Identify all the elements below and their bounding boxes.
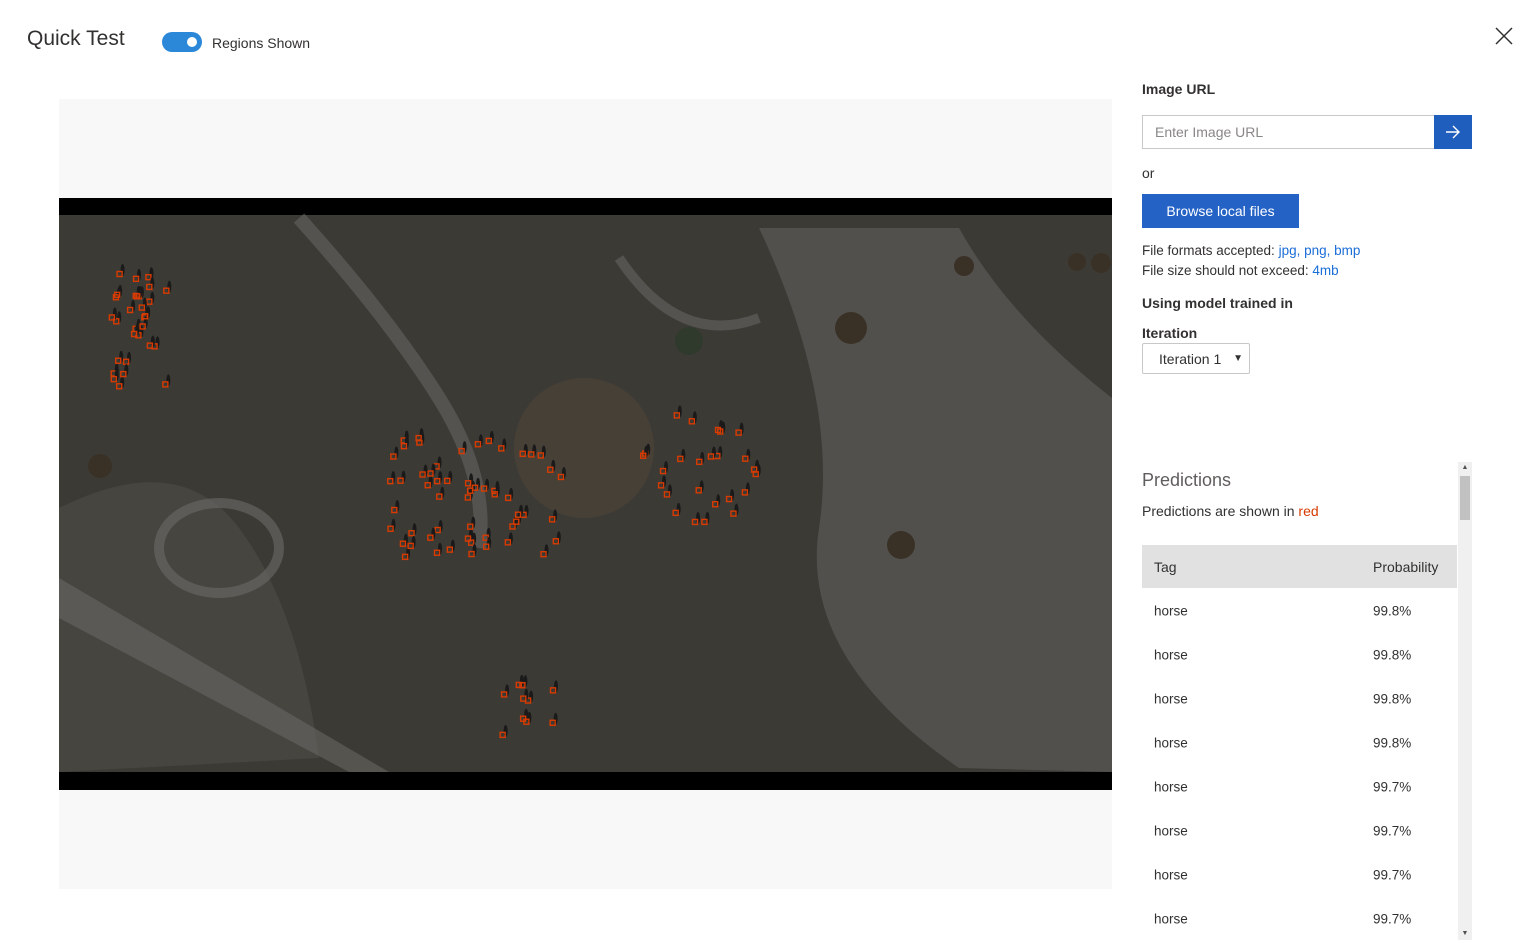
- table-row: horse 99.8%: [1142, 589, 1457, 633]
- predictions-title: Predictions: [1142, 470, 1232, 490]
- row-probability: 99.8%: [1373, 647, 1412, 663]
- row-tag: horse: [1154, 823, 1188, 839]
- column-header-probability[interactable]: Probability: [1373, 559, 1438, 575]
- scroll-up-icon[interactable]: ▲: [1458, 462, 1472, 474]
- predictions-table-body: horse 99.8% horse 99.8% horse 99.8% horse 99…: [1142, 589, 1457, 941]
- arrow-right-icon: [1446, 125, 1460, 139]
- browse-local-files-button[interactable]: Browse local files: [1142, 194, 1299, 228]
- scrollbar-thumb[interactable]: [1460, 476, 1470, 520]
- table-row: horse 99.8%: [1142, 721, 1457, 765]
- row-probability: 99.8%: [1373, 691, 1412, 707]
- close-icon[interactable]: [1494, 26, 1514, 46]
- predictions-note: Predictions are shown in red: [1142, 503, 1319, 519]
- image-url-label: Image URL: [1142, 81, 1216, 97]
- table-row: horse 99.7%: [1142, 897, 1457, 941]
- row-tag: horse: [1154, 911, 1188, 927]
- model-heading: Using model trained in: [1142, 295, 1293, 311]
- image-url-input[interactable]: [1142, 115, 1436, 149]
- file-size-prefix: File size should not exceed:: [1142, 263, 1309, 278]
- image-viewer: [59, 99, 1112, 889]
- row-probability: 99.8%: [1373, 603, 1412, 619]
- iteration-label: Iteration: [1142, 325, 1198, 341]
- file-size-info: File size should not exceed: 4mb: [1142, 263, 1339, 278]
- regions-toggle[interactable]: [162, 32, 202, 52]
- table-row: horse 99.8%: [1142, 677, 1457, 721]
- predictions-scrollbar[interactable]: ▲ ▼: [1458, 462, 1472, 940]
- row-probability: 99.7%: [1373, 779, 1412, 795]
- predictions-note-prefix: Predictions are shown in: [1142, 503, 1295, 519]
- row-tag: horse: [1154, 867, 1188, 883]
- or-separator: or: [1142, 165, 1155, 181]
- submit-url-button[interactable]: [1434, 115, 1472, 149]
- test-image: [59, 198, 1112, 790]
- iteration-select-value: Iteration 1: [1159, 350, 1222, 367]
- row-probability: 99.8%: [1373, 735, 1412, 751]
- toggle-knob: [187, 37, 197, 47]
- table-row: horse 99.7%: [1142, 853, 1457, 897]
- predictions-table-header: Tag Probability: [1142, 545, 1457, 588]
- row-probability: 99.7%: [1373, 867, 1412, 883]
- iteration-select[interactable]: Iteration 1 ▼: [1142, 343, 1250, 374]
- file-formats-prefix: File formats accepted:: [1142, 243, 1275, 258]
- table-row: horse 99.8%: [1142, 633, 1457, 677]
- row-probability: 99.7%: [1373, 911, 1412, 927]
- row-tag: horse: [1154, 647, 1188, 663]
- column-header-tag[interactable]: Tag: [1154, 559, 1177, 575]
- page-title: Quick Test: [27, 27, 125, 50]
- regions-toggle-label: Regions Shown: [212, 35, 311, 51]
- row-probability: 99.7%: [1373, 823, 1412, 839]
- scroll-down-icon[interactable]: ▼: [1458, 928, 1472, 940]
- predictions-note-color: red: [1298, 503, 1319, 519]
- file-size-value: 4mb: [1312, 263, 1339, 278]
- row-tag: horse: [1154, 779, 1188, 795]
- table-row: horse 99.7%: [1142, 809, 1457, 853]
- table-row: horse 99.7%: [1142, 765, 1457, 809]
- row-tag: horse: [1154, 603, 1188, 619]
- file-formats-info: File formats accepted: jpg, png, bmp: [1142, 243, 1360, 258]
- row-tag: horse: [1154, 691, 1188, 707]
- row-tag: horse: [1154, 735, 1188, 751]
- file-formats-value: jpg, png, bmp: [1278, 243, 1361, 258]
- chevron-down-icon: ▼: [1233, 353, 1243, 364]
